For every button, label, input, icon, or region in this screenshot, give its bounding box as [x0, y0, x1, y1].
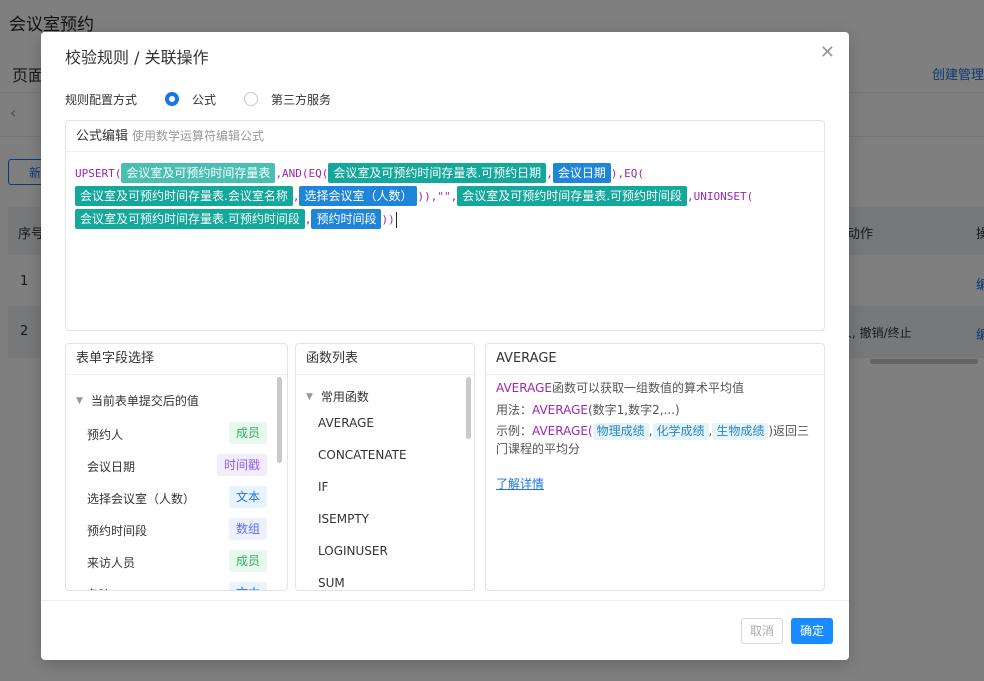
formula-field-chip[interactable]: 会议室及可预约时间存量表.可预约日期 [328, 163, 547, 183]
field-name: 来访人员 [87, 556, 136, 570]
function-group-label: 常用函数 [320, 390, 369, 404]
formula-text: UPSERT( [75, 167, 122, 180]
formula-editor[interactable]: 公式编辑 使用数学运算符编辑公式 UPSERT(会议室及可预约时间存量表 ,AND(… [65, 120, 825, 331]
usage-args: (数字1,数字2,...) [587, 403, 680, 417]
radio-third-party[interactable]: 第三方服务 [244, 91, 331, 108]
formula-text: )),"", [417, 190, 458, 203]
field-name: 预约人 [87, 428, 124, 442]
field-type-tag: 数组 [228, 518, 267, 540]
field-type-tag: 时间戳 [216, 454, 267, 476]
caret-down-icon: ▼ [306, 391, 313, 402]
function-item[interactable]: AVERAGE [318, 416, 374, 430]
description-fn: AVERAGE [496, 381, 552, 395]
footer-divider [41, 600, 849, 601]
formula-field-chip[interactable]: 会议室及可预约时间存量表.可预约时间段 [75, 209, 305, 229]
example-arg-pill: 生物成绩 [712, 423, 769, 440]
formula-field-chip[interactable]: 会议室及可预约时间存量表 [121, 163, 276, 183]
description-title: AVERAGE [486, 344, 824, 375]
formula-field-chip[interactable]: 会议室及可预约时间存量表.可预约时间段 [457, 186, 688, 206]
usage-fn: AVERAGE [532, 403, 588, 417]
example-arg-pill: 化学成绩 [652, 423, 709, 440]
formula-content[interactable]: UPSERT(会议室及可预约时间存量表 ,AND(EQ(会议室及可预约时间存量表.… [75, 162, 814, 231]
description-example: 示例：AVERAGE(物理成绩, 化学成绩, 生物成绩)返回三门课程的平均分 [496, 423, 810, 456]
function-description-panel: AVERAGE AVERAGE函数可以获取一组数值的算术平均值 用法：AVERA… [485, 343, 825, 591]
cancel-button[interactable]: 取消 [741, 618, 783, 644]
text-cursor [395, 212, 397, 228]
function-item[interactable]: LOGINUSER [318, 544, 388, 558]
formula-text: ,UNIONSET( [687, 190, 754, 203]
radio-third-party-label: 第三方服务 [271, 92, 332, 107]
description-usage: 用法：AVERAGE(数字1,数字2,...) [496, 400, 810, 420]
usage-label: 用法： [496, 403, 533, 417]
functions-panel: 函数列表 ▼ 常用函数 AVERAGE CONCATENATE IF ISEMP… [295, 343, 475, 591]
field-type-tag: 成员 [228, 422, 267, 444]
formula-text: , [304, 213, 312, 226]
field-item[interactable]: 备注 文本 [87, 582, 267, 590]
function-item[interactable]: IF [318, 480, 328, 494]
function-item[interactable]: CONCATENATE [318, 448, 407, 462]
field-item[interactable]: 预约时间段 数组 [87, 518, 267, 542]
fields-scrollbar[interactable] [277, 377, 282, 463]
formula-field-chip[interactable]: 会议室及可预约时间存量表.会议室名称 [75, 186, 293, 206]
field-item[interactable]: 选择会议室（人数） 文本 [87, 486, 267, 510]
radio-checked-icon [165, 92, 180, 106]
field-type-tag: 成员 [228, 550, 267, 572]
example-arg-pill: 物理成绩 [592, 423, 649, 440]
formula-text: , [292, 190, 300, 203]
formula-field-chip[interactable]: 选择会议室（人数） [299, 186, 418, 206]
formula-text: )) [381, 213, 395, 226]
field-item[interactable]: 来访人员 成员 [87, 550, 267, 574]
field-item[interactable]: 会议日期 时间戳 [87, 454, 267, 478]
function-item[interactable]: ISEMPTY [318, 512, 369, 526]
functions-panel-title: 函数列表 [296, 344, 474, 375]
close-icon[interactable]: ✕ [820, 42, 835, 63]
description-body: AVERAGE函数可以获取一组数值的算术平均值 用法：AVERAGE(数字1,数… [496, 378, 810, 458]
formula-text: ,AND(EQ( [275, 167, 329, 180]
dialog-title: 校验规则 / 关联操作 [65, 48, 209, 67]
example-label: 示例： [496, 424, 533, 438]
field-name: 会议日期 [87, 460, 136, 474]
formula-text: ),EQ( [610, 167, 644, 180]
formula-field-chip[interactable]: 预约时间段 [311, 209, 382, 229]
function-group-common[interactable]: ▼ 常用函数 [306, 388, 369, 405]
function-item[interactable]: SUM [318, 576, 345, 590]
field-name: 选择会议室（人数） [87, 492, 196, 506]
field-type-tag: 文本 [228, 486, 267, 508]
formula-text: , [546, 167, 553, 180]
confirm-button[interactable]: 确定 [791, 618, 833, 644]
formula-editor-hint: 使用数学运算符编辑公式 [132, 129, 265, 143]
field-type-tag: 文本 [228, 582, 267, 590]
formula-editor-header: 公式编辑 使用数学运算符编辑公式 [66, 121, 824, 152]
rule-dialog: 校验规则 / 关联操作 ✕ 规则配置方式 公式 第三方服务 公式编辑 使用数学运算… [41, 32, 849, 660]
caret-down-icon: ▼ [76, 395, 83, 406]
field-item[interactable]: 预约人 成员 [87, 422, 267, 446]
field-group-label: 当前表单提交后的值 [90, 394, 199, 408]
radio-formula-label: 公式 [192, 92, 217, 107]
radio-formula[interactable]: 公式 [165, 91, 216, 108]
field-name: 备注 [87, 586, 111, 590]
formula-field-chip[interactable]: 会议日期 [552, 163, 611, 183]
description-summary-text: 函数可以获取一组数值的算术平均值 [551, 381, 744, 395]
fields-panel-title: 表单字段选择 [66, 344, 287, 375]
learn-more-link[interactable]: 了解详情 [496, 475, 544, 492]
description-summary: AVERAGE函数可以获取一组数值的算术平均值 [496, 378, 810, 398]
field-group-current-form[interactable]: ▼ 当前表单提交后的值 [76, 392, 199, 409]
radio-unchecked-icon [244, 92, 259, 106]
formula-editor-title: 公式编辑 [76, 129, 129, 144]
example-fn: AVERAGE( [532, 424, 593, 438]
fields-panel: 表单字段选择 ▼ 当前表单提交后的值 预约人 成员 会议日期 时间戳 选择会议室… [65, 343, 288, 591]
field-name: 预约时间段 [87, 524, 148, 538]
config-method-label: 规则配置方式 [65, 92, 138, 107]
functions-scrollbar[interactable] [466, 377, 471, 439]
config-method-row: 规则配置方式 公式 第三方服务 [65, 89, 359, 109]
